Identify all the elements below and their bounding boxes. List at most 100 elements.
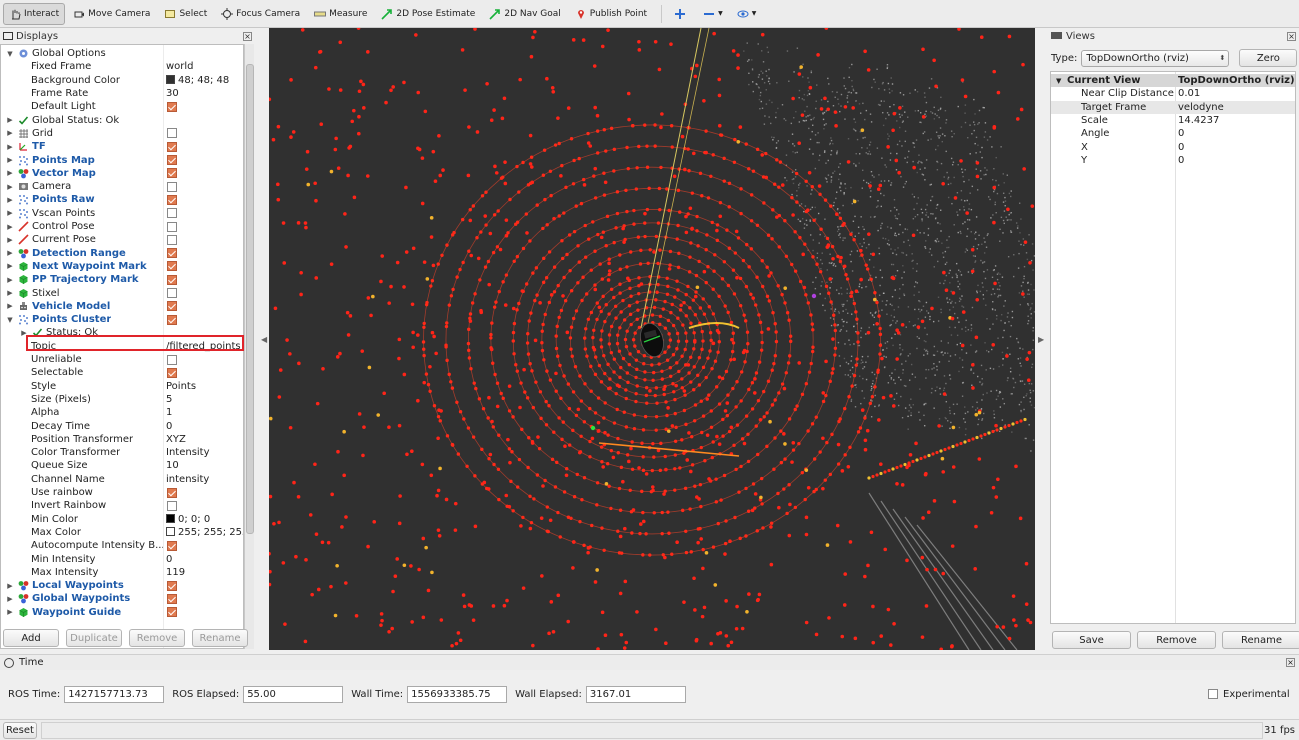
- prop-value[interactable]: velodyne: [1178, 102, 1224, 113]
- current-view-row[interactable]: ▼ Current View TopDownOrtho (rviz): [1051, 74, 1295, 88]
- current-pose-checkbox[interactable]: [167, 234, 177, 245]
- queue-size-value[interactable]: 10: [166, 460, 179, 471]
- control-pose-checkbox[interactable]: [167, 221, 177, 232]
- tf-checkbox[interactable]: [167, 141, 177, 152]
- display-row-max-intensity[interactable]: Max Intensity 119: [1, 566, 243, 579]
- display-row-pp-trajectory-mark[interactable]: ▶ PP Trajectory Mark: [1, 273, 243, 286]
- wall-time-field[interactable]: 1556933385.75: [407, 685, 508, 703]
- display-row-next-waypoint-mark[interactable]: ▶ Next Waypoint Mark: [1, 260, 243, 273]
- collapse-arrow-icon[interactable]: ▶: [6, 196, 14, 204]
- display-row-unreliable[interactable]: Unreliable: [1, 353, 243, 366]
- vector-map-checkbox[interactable]: [167, 168, 177, 179]
- display-row-global-status-ok[interactable]: ▶ Global Status: Ok: [1, 114, 243, 127]
- display-row-decay-time[interactable]: Decay Time 0: [1, 419, 243, 432]
- save-button[interactable]: Save: [1052, 631, 1131, 649]
- tool-interact[interactable]: Interact: [3, 2, 66, 25]
- collapse-arrow-icon[interactable]: ▼: [1056, 77, 1061, 85]
- display-row-current-pose[interactable]: ▶ Current Pose: [1, 233, 243, 246]
- wall-elapsed-field[interactable]: 3167.01: [585, 685, 686, 703]
- prop-value[interactable]: 0.01: [1178, 88, 1200, 99]
- expand-arrow-icon[interactable]: ▼: [6, 50, 14, 58]
- prop-value[interactable]: 0: [1178, 155, 1184, 166]
- display-row-stixel[interactable]: ▶ Stixel: [1, 286, 243, 299]
- collapse-arrow-icon[interactable]: ▶: [6, 209, 14, 217]
- display-row-waypoint-guide[interactable]: ▶ Waypoint Guide: [1, 606, 243, 619]
- display-row-background-color[interactable]: Background Color 48; 48; 48: [1, 74, 243, 87]
- grid-checkbox[interactable]: [167, 128, 177, 139]
- display-row-selectable[interactable]: Selectable: [1, 366, 243, 379]
- max-intensity-value[interactable]: 119: [166, 567, 185, 578]
- vscan-points-checkbox[interactable]: [167, 208, 177, 219]
- 3d-render-view[interactable]: [269, 28, 1035, 650]
- local-waypoints-checkbox[interactable]: [167, 580, 177, 591]
- points-cluster-checkbox[interactable]: [167, 314, 177, 325]
- view-prop-angle[interactable]: Angle 0: [1051, 127, 1295, 140]
- display-row-detection-range[interactable]: ▶ Detection Range: [1, 247, 243, 260]
- collapse-arrow-icon[interactable]: ▶: [6, 143, 14, 151]
- display-row-vehicle-model[interactable]: ▶ Vehicle Model: [1, 300, 243, 313]
- display-row-min-color[interactable]: Min Color 0; 0; 0: [1, 513, 243, 526]
- collapse-arrow-icon[interactable]: ▶: [6, 249, 14, 257]
- display-row-position-transformer[interactable]: Position Transformer XYZ: [1, 433, 243, 446]
- remove-button[interactable]: Remove: [129, 629, 185, 647]
- expand-arrow-icon[interactable]: ▼: [6, 316, 14, 324]
- reset-button[interactable]: Reset: [3, 721, 37, 739]
- ros-elapsed-field[interactable]: 55.00: [243, 685, 344, 703]
- display-row-frame-rate[interactable]: Frame Rate 30: [1, 87, 243, 100]
- alpha-value[interactable]: 1: [166, 407, 172, 418]
- channel-name-value[interactable]: intensity: [166, 474, 209, 485]
- display-row-style[interactable]: Style Points: [1, 380, 243, 393]
- vehicle-model-checkbox[interactable]: [167, 301, 177, 312]
- display-row-fixed-frame[interactable]: Fixed Frame world: [1, 60, 243, 73]
- display-row-default-light[interactable]: Default Light: [1, 100, 243, 113]
- position-transformer-value[interactable]: XYZ: [166, 434, 186, 445]
- min-intensity-value[interactable]: 0: [166, 554, 172, 565]
- display-row-queue-size[interactable]: Queue Size 10: [1, 459, 243, 472]
- default-light-checkbox[interactable]: [167, 101, 177, 112]
- collapse-arrow-icon[interactable]: ▶: [6, 302, 14, 310]
- stixel-checkbox[interactable]: [167, 288, 177, 299]
- collapse-arrow-icon[interactable]: ▶: [6, 582, 14, 590]
- style-value[interactable]: Points: [166, 381, 196, 392]
- collapse-arrow-icon[interactable]: ▶: [6, 116, 14, 124]
- display-row-points-cluster[interactable]: ▼ Points Cluster: [1, 313, 243, 326]
- add-button[interactable]: Add: [3, 629, 59, 647]
- unreliable-checkbox[interactable]: [167, 354, 177, 365]
- display-row-vector-map[interactable]: ▶ Vector Map: [1, 167, 243, 180]
- collapse-arrow-icon[interactable]: ▶: [6, 236, 14, 244]
- global-waypoints-checkbox[interactable]: [167, 593, 177, 604]
- rename-view-button[interactable]: Rename: [1222, 631, 1299, 649]
- scrollbar-thumb[interactable]: [246, 64, 254, 534]
- collapse-arrow-icon[interactable]: ▶: [6, 608, 14, 616]
- display-row-camera[interactable]: ▶ Camera: [1, 180, 243, 193]
- close-icon[interactable]: ×: [1287, 31, 1296, 41]
- decay-time-value[interactable]: 0: [166, 421, 172, 432]
- collapse-arrow-icon[interactable]: ▶: [6, 289, 14, 297]
- display-row-autocompute-intensity-b[interactable]: Autocompute Intensity B...: [1, 539, 243, 552]
- display-row-global-waypoints[interactable]: ▶ Global Waypoints: [1, 592, 243, 605]
- display-row-channel-name[interactable]: Channel Name intensity: [1, 473, 243, 486]
- max-color-value[interactable]: 255; 255; 255: [166, 526, 243, 538]
- pp-trajectory-mark-checkbox[interactable]: [167, 274, 177, 285]
- use-rainbow-checkbox[interactable]: [167, 487, 177, 498]
- tool-move-camera[interactable]: Move Camera: [67, 3, 156, 25]
- display-row-vscan-points[interactable]: ▶ Vscan Points: [1, 207, 243, 220]
- collapse-arrow-icon[interactable]: ▶: [6, 156, 14, 164]
- tool-2d-nav-goal[interactable]: 2D Nav Goal: [483, 3, 566, 25]
- right-collapse-arrow[interactable]: ▶: [1038, 335, 1044, 344]
- experimental-option[interactable]: Experimental: [1208, 689, 1290, 700]
- display-row-alpha[interactable]: Alpha 1: [1, 406, 243, 419]
- prop-value[interactable]: 0: [1178, 128, 1184, 139]
- background-color-value[interactable]: 48; 48; 48: [166, 74, 229, 86]
- min-color-value[interactable]: 0; 0; 0: [166, 513, 210, 525]
- view-prop-x[interactable]: X0: [1051, 141, 1295, 154]
- display-row-max-color[interactable]: Max Color 255; 255; 255: [1, 526, 243, 539]
- prop-value[interactable]: 14.4237: [1178, 115, 1219, 126]
- invert-rainbow-checkbox[interactable]: [167, 500, 177, 511]
- view-prop-y[interactable]: Y0: [1051, 154, 1295, 167]
- waypoint-guide-checkbox[interactable]: [167, 607, 177, 618]
- ros-time-field[interactable]: 1427157713.73: [64, 685, 165, 703]
- size-pixels-value[interactable]: 5: [166, 394, 172, 405]
- selectable-checkbox[interactable]: [167, 367, 177, 378]
- fixed-frame-value[interactable]: world: [166, 61, 194, 72]
